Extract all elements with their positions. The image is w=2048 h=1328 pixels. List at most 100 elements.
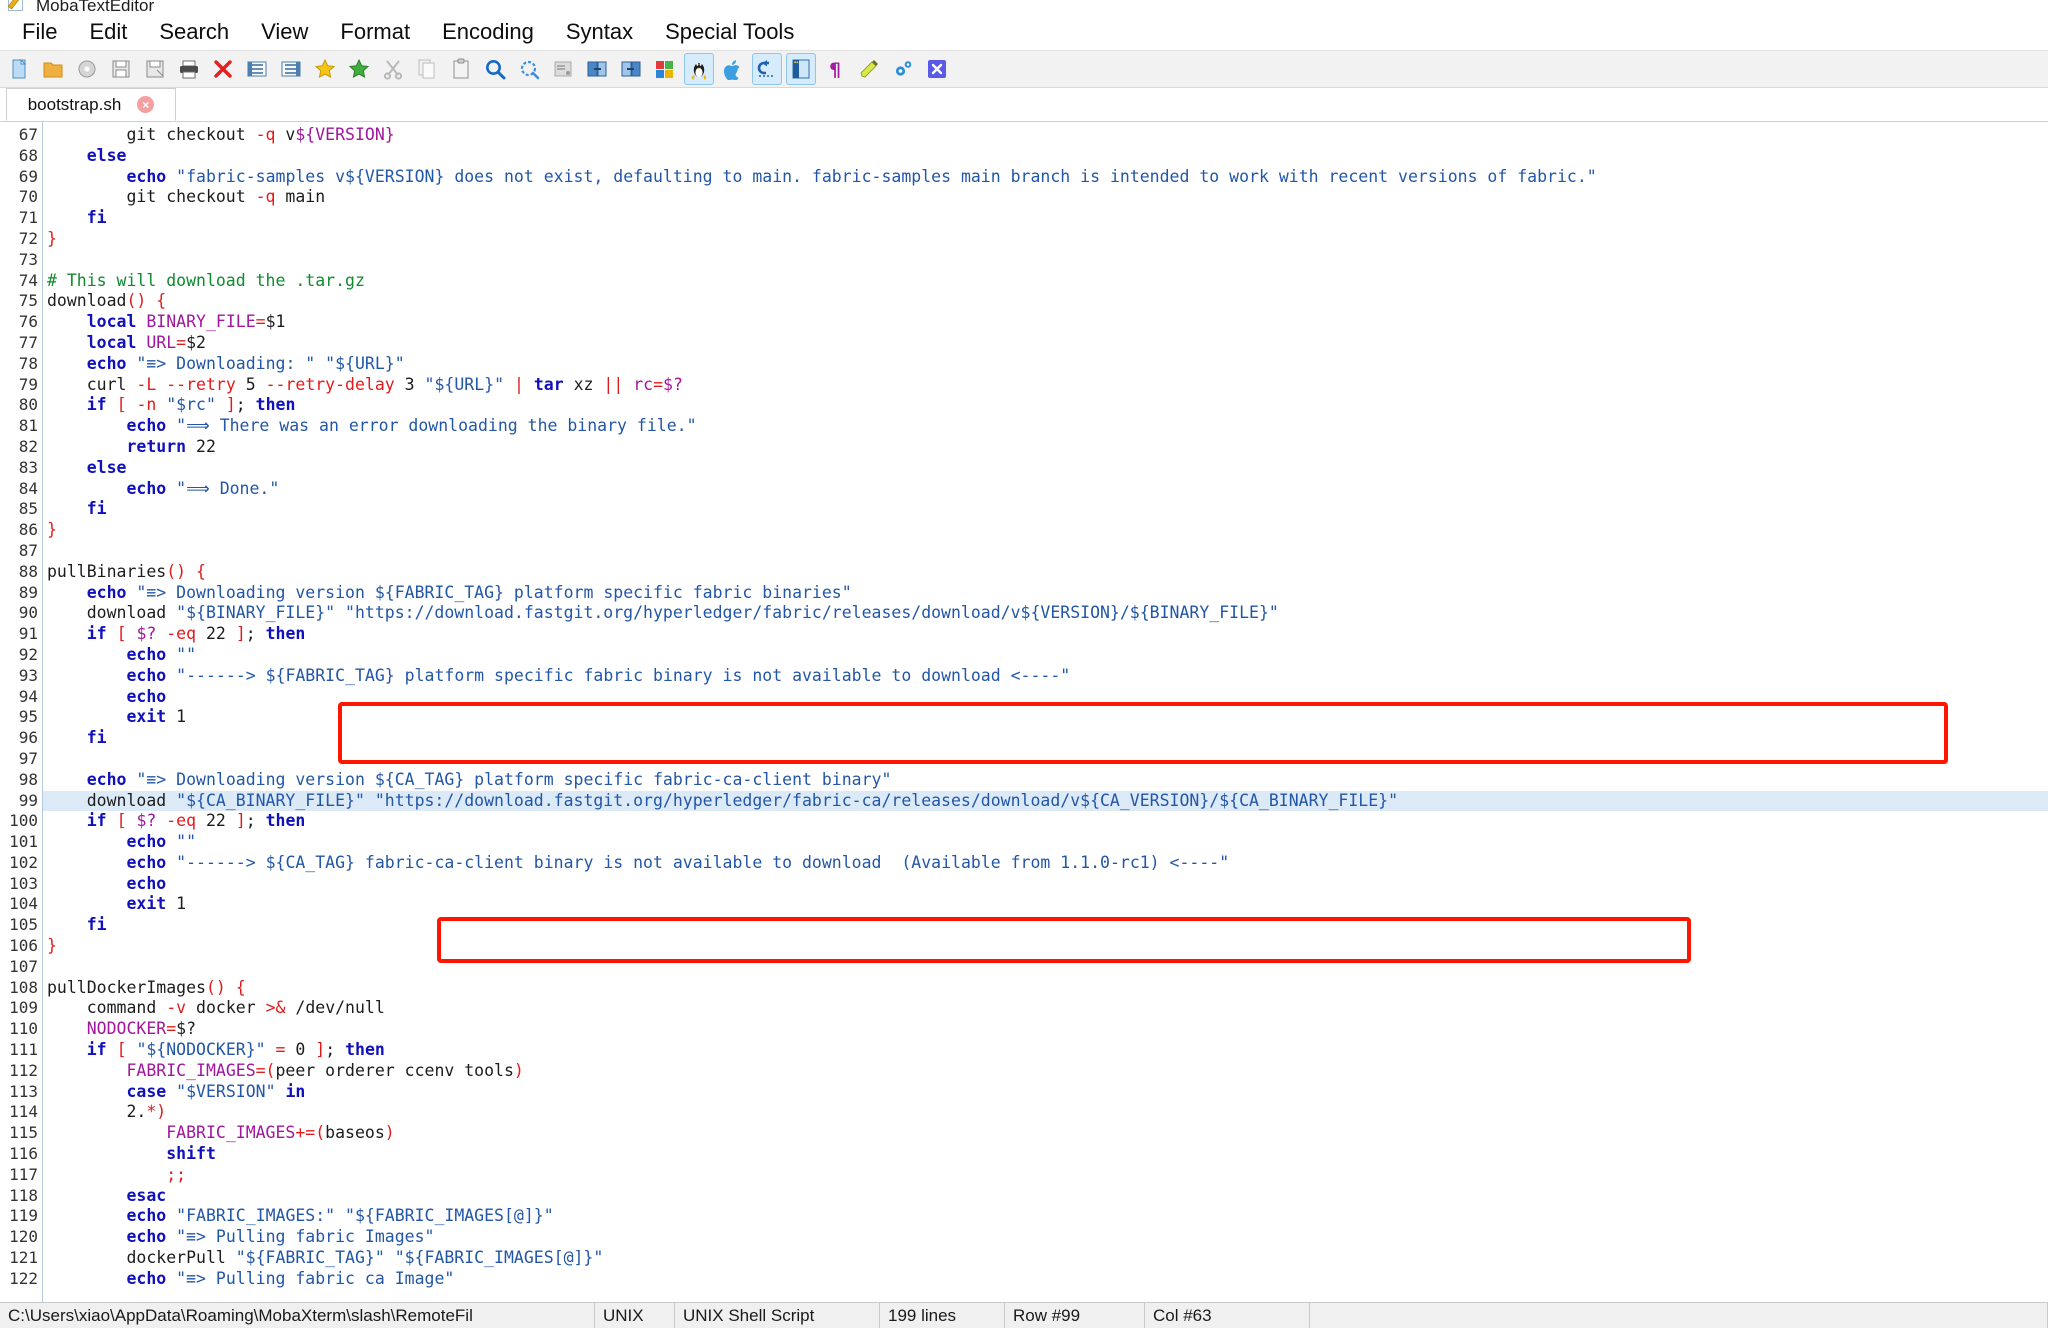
code-line[interactable]: }	[43, 229, 2048, 250]
menu-encoding[interactable]: Encoding	[426, 17, 550, 47]
code-line[interactable]: echo "≡> Downloading version ${FABRIC_TA…	[43, 583, 2048, 604]
code-line[interactable]: echo	[43, 874, 2048, 895]
menu-edit[interactable]: Edit	[73, 17, 143, 47]
code-line[interactable]: local URL=$2	[43, 333, 2048, 354]
code-line[interactable]: # This will download the .tar.gz	[43, 271, 2048, 292]
code-line[interactable]: echo "≡> Pulling fabric ca Image"	[43, 1269, 2048, 1290]
settings-gear-icon[interactable]	[888, 53, 918, 85]
menu-syntax[interactable]: Syntax	[550, 17, 649, 47]
paragraph-mark-icon[interactable]: ¶	[820, 53, 850, 85]
code-line[interactable]: NODOCKER=$?	[43, 1019, 2048, 1040]
code-line[interactable]: echo "⟹ There was an error downloading t…	[43, 416, 2048, 437]
code-editor[interactable]: 67 68 69 70 71 72 73 74 75 76 77 78 79 80 81 82 83 84 85 86…	[0, 122, 2048, 1302]
code-line[interactable]	[43, 749, 2048, 770]
bookmark-star-icon[interactable]	[310, 53, 340, 85]
highlighter-icon[interactable]	[854, 53, 884, 85]
reload-icon[interactable]	[72, 53, 102, 85]
code-line[interactable]: echo ""	[43, 645, 2048, 666]
code-line[interactable]: else	[43, 458, 2048, 479]
code-line[interactable]: case "$VERSION" in	[43, 1082, 2048, 1103]
code-line[interactable]: local BINARY_FILE=$1	[43, 312, 2048, 333]
code-line[interactable]: exit 1	[43, 707, 2048, 728]
code-line[interactable]: echo "------> ${CA_TAG} fabric-ca-client…	[43, 853, 2048, 874]
windows-icon[interactable]	[650, 53, 680, 85]
code-line[interactable]: if [ $? -eq 22 ]; then	[43, 811, 2048, 832]
code-line[interactable]: echo "fabric-samples v${VERSION} does no…	[43, 167, 2048, 188]
compare-left-icon[interactable]	[582, 53, 612, 85]
code-line[interactable]: git checkout -q main	[43, 187, 2048, 208]
code-line[interactable]: else	[43, 146, 2048, 167]
code-line[interactable]: dockerPull "${FABRIC_TAG}" "${FABRIC_IMA…	[43, 1248, 2048, 1269]
cut-scissors-icon[interactable]	[378, 53, 408, 85]
linux-penguin-icon[interactable]	[684, 53, 714, 85]
print-icon[interactable]	[174, 53, 204, 85]
new-file-icon[interactable]	[4, 53, 34, 85]
code-line[interactable]: }	[43, 936, 2048, 957]
code-line[interactable]	[43, 541, 2048, 562]
code-line[interactable]	[43, 250, 2048, 271]
code-text-area[interactable]: git checkout -q v${VERSION} else echo "f…	[43, 122, 2048, 1302]
status-encoding[interactable]: UNIX	[595, 1302, 675, 1328]
outdent-icon[interactable]	[242, 53, 272, 85]
code-line[interactable]: curl -L --retry 5 --retry-delay 3 "${URL…	[43, 375, 2048, 396]
code-line[interactable]: fi	[43, 728, 2048, 749]
code-line[interactable]: if [ "${NODOCKER}" = 0 ]; then	[43, 1040, 2048, 1061]
code-line[interactable]	[43, 957, 2048, 978]
code-line[interactable]: echo "------> ${FABRIC_TAG} platform spe…	[43, 666, 2048, 687]
code-line[interactable]: exit 1	[43, 894, 2048, 915]
code-line[interactable]: 2.*)	[43, 1102, 2048, 1123]
code-line[interactable]: echo ""	[43, 832, 2048, 853]
code-line[interactable]: git checkout -q v${VERSION}	[43, 125, 2048, 146]
code-line[interactable]: download() {	[43, 291, 2048, 312]
code-line[interactable]: pullDockerImages() {	[43, 978, 2048, 999]
code-line[interactable]: shift	[43, 1144, 2048, 1165]
code-line[interactable]: download "${CA_BINARY_FILE}" "https://do…	[43, 790, 2048, 812]
code-line[interactable]: ;;	[43, 1165, 2048, 1186]
menu-view[interactable]: View	[245, 17, 324, 47]
code-line[interactable]: echo "⟹ Done."	[43, 479, 2048, 500]
code-line[interactable]: if [ $? -eq 22 ]; then	[43, 624, 2048, 645]
close-icon[interactable]: ×	[137, 96, 155, 113]
code-line[interactable]: FABRIC_IMAGES=(peer orderer ccenv tools)	[43, 1061, 2048, 1082]
open-folder-icon[interactable]	[38, 53, 68, 85]
copy-icon[interactable]	[412, 53, 442, 85]
code-line[interactable]: echo	[43, 687, 2048, 708]
undo-wrap-icon[interactable]	[752, 53, 782, 85]
indent-icon[interactable]	[276, 53, 306, 85]
menu-special-tools[interactable]: Special Tools	[649, 17, 810, 47]
code-line[interactable]: if [ -n "$rc" ]; then	[43, 395, 2048, 416]
exit-close-icon[interactable]	[922, 53, 952, 85]
code-line[interactable]: echo "≡> Downloading version ${CA_TAG} p…	[43, 770, 2048, 791]
save-as-icon[interactable]	[140, 53, 170, 85]
code-line[interactable]: fi	[43, 208, 2048, 229]
code-line[interactable]: fi	[43, 499, 2048, 520]
tab-bootstrap-sh[interactable]: bootstrap.sh ×	[6, 88, 176, 121]
code-line[interactable]: echo "≡> Pulling fabric Images"	[43, 1227, 2048, 1248]
menu-format[interactable]: Format	[324, 17, 426, 47]
code-line[interactable]: esac	[43, 1186, 2048, 1207]
replace-icon[interactable]	[514, 53, 544, 85]
line-number: 80	[18, 395, 38, 415]
code-line[interactable]: FABRIC_IMAGES+=(baseos)	[43, 1123, 2048, 1144]
code-line[interactable]: download "${BINARY_FILE}" "https://downl…	[43, 603, 2048, 624]
close-x-icon[interactable]	[208, 53, 238, 85]
word-wrap-icon[interactable]	[786, 53, 816, 85]
bookmark-next-icon[interactable]	[344, 53, 374, 85]
code-line[interactable]: return 22	[43, 437, 2048, 458]
menu-search[interactable]: Search	[143, 17, 245, 47]
code-line[interactable]: command -v docker >& /dev/null	[43, 998, 2048, 1019]
line-number: 110	[9, 1019, 38, 1039]
paste-icon[interactable]	[446, 53, 476, 85]
code-line[interactable]: }	[43, 520, 2048, 541]
code-line[interactable]: pullBinaries() {	[43, 562, 2048, 583]
code-line[interactable]: echo "FABRIC_IMAGES:" "${FABRIC_IMAGES[@…	[43, 1206, 2048, 1227]
goto-line-icon[interactable]	[548, 53, 578, 85]
search-magnifier-icon[interactable]	[480, 53, 510, 85]
code-line[interactable]: fi	[43, 915, 2048, 936]
save-icon[interactable]	[106, 53, 136, 85]
status-syntax[interactable]: UNIX Shell Script	[675, 1302, 880, 1328]
compare-right-icon[interactable]	[616, 53, 646, 85]
menu-file[interactable]: File	[6, 17, 73, 47]
apple-mac-icon[interactable]	[718, 53, 748, 85]
code-line[interactable]: echo "≡> Downloading: " "${URL}"	[43, 354, 2048, 375]
